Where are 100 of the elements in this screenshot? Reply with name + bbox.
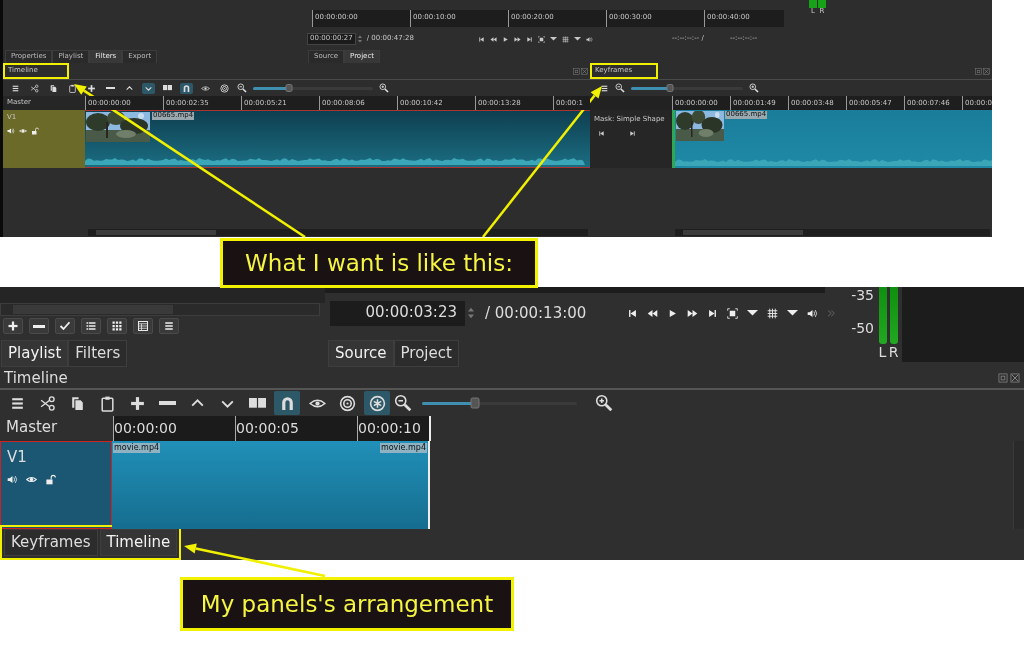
close-icon[interactable]	[581, 67, 588, 75]
plus-icon	[128, 394, 146, 412]
check-button[interactable]	[55, 318, 75, 334]
skip-back-icon[interactable]	[478, 35, 485, 43]
paste-button[interactable]	[66, 82, 79, 94]
caret-icon[interactable]	[574, 37, 581, 41]
minus-icon	[106, 86, 115, 90]
channel-label: L	[878, 344, 887, 361]
zoom-out-icon[interactable]	[237, 83, 247, 93]
snap-button[interactable]	[274, 391, 300, 415]
play-icon[interactable]	[502, 35, 509, 43]
minus-icon	[158, 400, 176, 406]
caret-icon[interactable]	[786, 310, 798, 316]
close-icon[interactable]	[983, 67, 990, 75]
rewind-icon[interactable]	[646, 307, 658, 319]
list-icon	[85, 320, 97, 332]
magnet-icon	[182, 83, 191, 93]
padlock-icon[interactable]	[31, 126, 39, 135]
remove-button[interactable]	[29, 318, 49, 334]
float-icon[interactable]	[998, 372, 1008, 383]
eye-icon[interactable]	[26, 474, 37, 485]
clip-name: movie.mp4	[113, 443, 161, 453]
skip-back-icon[interactable]	[598, 129, 605, 137]
zoom-in-icon[interactable]	[379, 83, 389, 93]
skip-forward-icon[interactable]	[526, 35, 533, 43]
float-icon[interactable]	[573, 67, 580, 75]
check-icon	[59, 320, 71, 332]
asterisk-icon	[368, 394, 386, 412]
eye-icon[interactable]	[19, 126, 27, 135]
tab[interactable]: Project	[393, 340, 459, 367]
speaker-icon[interactable]	[7, 474, 18, 485]
fast-forward-icon[interactable]	[514, 35, 521, 43]
minus-icon	[33, 324, 45, 328]
float-icon[interactable]	[975, 67, 982, 75]
skip-forward-icon[interactable]	[706, 307, 718, 319]
center-button[interactable]	[218, 82, 231, 94]
zoom-in-icon[interactable]	[595, 394, 613, 412]
split-icon	[248, 398, 266, 408]
add-button[interactable]	[3, 318, 23, 334]
padlock-icon[interactable]	[45, 474, 56, 485]
speaker-icon[interactable]	[806, 307, 818, 319]
menu-icon	[11, 83, 20, 93]
tab[interactable]: Keyframes	[4, 528, 98, 556]
tiles-button[interactable]	[107, 318, 127, 334]
plus-icon	[87, 83, 96, 93]
scrollbar[interactable]	[675, 229, 990, 236]
tab[interactable]: Timeline	[99, 528, 178, 556]
clipboard-icon	[98, 394, 116, 412]
tab[interactable]: Source	[328, 340, 394, 367]
clip-name: movie.mp4	[379, 443, 427, 453]
rewind-icon[interactable]	[490, 35, 497, 43]
details-button[interactable]	[133, 318, 153, 334]
slider-handle[interactable]	[285, 84, 293, 92]
cut-button[interactable]	[28, 82, 41, 94]
clipboard-icon	[68, 83, 77, 93]
list-button[interactable]	[81, 318, 101, 334]
eye-icon	[201, 83, 210, 93]
menu-icon	[163, 320, 175, 332]
spin-icon[interactable]	[465, 307, 477, 319]
duration-text: / 00:00:13:00	[485, 304, 587, 322]
target-icon	[220, 83, 229, 93]
timecode-field[interactable]: 00:00:03:23	[330, 300, 465, 326]
callout-label: What I want is like this:	[220, 238, 538, 288]
tab[interactable]: Playlist	[1, 340, 69, 367]
panel-title: Timeline	[4, 368, 68, 387]
track-header[interactable]: V1	[0, 441, 112, 529]
menu-button[interactable]	[159, 318, 179, 334]
skip-back-icon[interactable]	[626, 307, 638, 319]
spin-icon[interactable]	[355, 35, 364, 43]
track-name: V1	[7, 448, 28, 466]
video-clip[interactable]: movie.mp4 movie.mp4	[112, 441, 430, 529]
skip-forward-icon[interactable]	[629, 129, 636, 137]
close-icon[interactable]	[1010, 372, 1020, 383]
zoom-slider[interactable]	[631, 86, 743, 90]
snap-button[interactable]	[180, 82, 193, 94]
down-button[interactable]	[142, 82, 155, 94]
slider-handle[interactable]	[666, 84, 674, 92]
caret-icon[interactable]	[746, 310, 758, 316]
caret-icon[interactable]	[550, 37, 557, 41]
copy-icon	[49, 83, 58, 93]
zoom-out-icon[interactable]	[615, 83, 625, 93]
zoom-slider[interactable]	[253, 86, 373, 90]
track-header-label: Master	[5, 417, 59, 438]
tab[interactable]: Filters	[68, 340, 128, 367]
plus-icon	[7, 320, 19, 332]
fullscreen-icon[interactable]	[538, 35, 545, 43]
channel-label: R	[888, 344, 899, 361]
zoom-out-icon[interactable]	[394, 394, 412, 412]
meter-bar	[889, 287, 898, 344]
slider-handle[interactable]	[470, 397, 480, 409]
scrollbar[interactable]	[88, 229, 588, 236]
grid-icon[interactable]	[562, 35, 569, 43]
speaker-icon[interactable]	[586, 35, 593, 43]
ripple-all-button[interactable]	[364, 391, 390, 415]
scrollbar[interactable]	[0, 303, 320, 316]
zoom-in-icon[interactable]	[749, 83, 759, 93]
chevron-up-icon	[125, 83, 134, 93]
split-button[interactable]	[161, 84, 174, 92]
table-icon	[137, 320, 149, 332]
scale-label: -35	[851, 287, 874, 304]
